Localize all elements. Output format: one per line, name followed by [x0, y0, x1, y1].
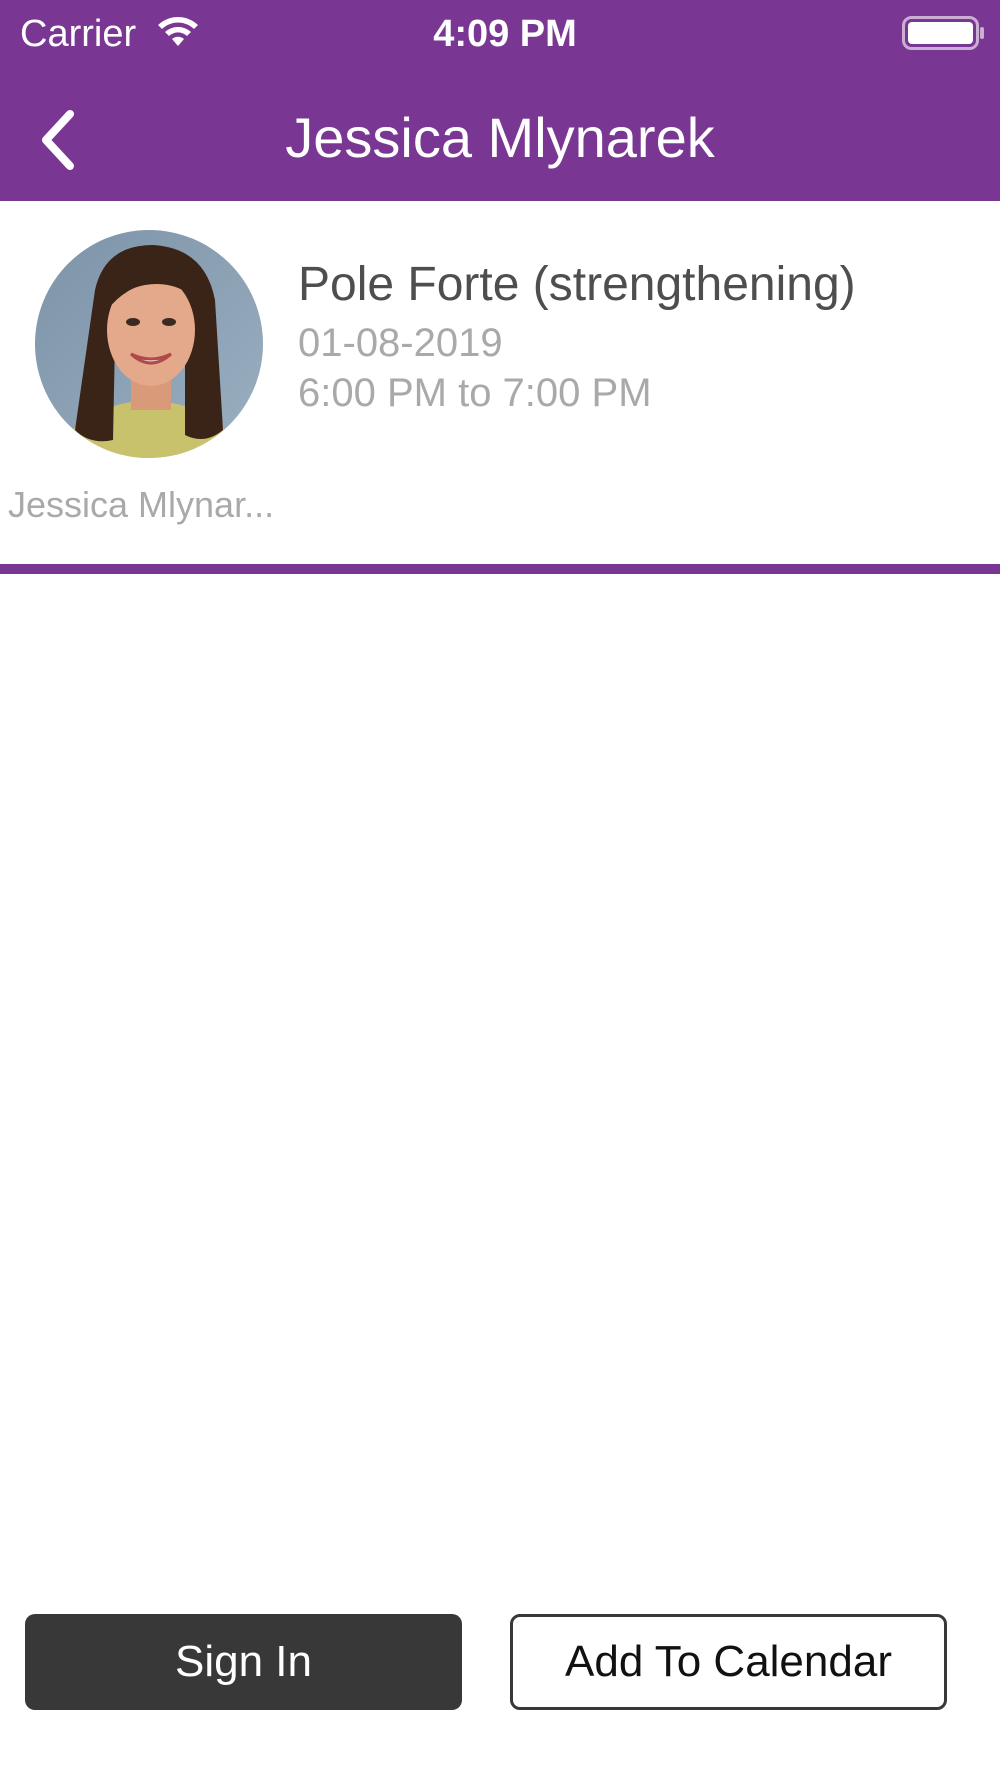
battery-icon [902, 16, 984, 50]
class-date: 01-08-2019 [298, 321, 503, 365]
status-time: 4:09 PM [433, 13, 577, 55]
instructor-name: Jessica Mlynar... [8, 484, 275, 525]
section-divider [0, 564, 1000, 574]
avatar-photo [35, 230, 263, 458]
class-time-range: 6:00 PM to 7:00 PM [298, 371, 652, 415]
sign-in-button[interactable]: Sign In [25, 1614, 462, 1710]
add-to-calendar-button[interactable]: Add To Calendar [510, 1614, 947, 1710]
page-title: Jessica Mlynarek [285, 106, 715, 169]
class-detail-screen: Carrier 4:09 PM Jessica Mlynarek Pole Fo… [0, 0, 1000, 1778]
status-bar: Carrier 4:09 PM [0, 0, 1000, 70]
class-name: Pole Forte (strengthening) [298, 258, 856, 311]
instructor-avatar [35, 230, 263, 458]
header: Carrier 4:09 PM Jessica Mlynarek [0, 0, 1000, 201]
